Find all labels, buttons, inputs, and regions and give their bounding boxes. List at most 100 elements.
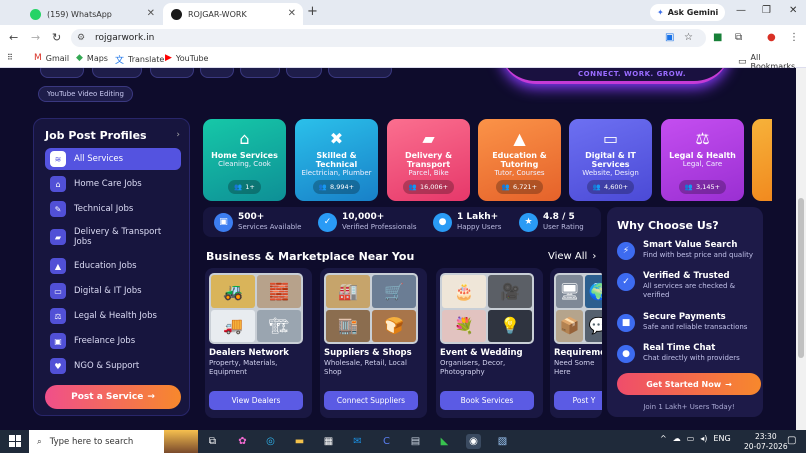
file-explorer-icon[interactable]: ▬ <box>292 434 307 449</box>
store-icon[interactable]: ▦ <box>321 434 336 449</box>
network-icon[interactable]: ▭ <box>687 434 695 443</box>
mail-icon[interactable]: ✉ <box>350 434 365 449</box>
reload-icon[interactable]: ↻ <box>52 31 61 44</box>
forward-icon[interactable]: → <box>31 31 40 44</box>
connect-suppliers-button[interactable]: Connect Suppliers <box>324 391 418 410</box>
taskbar-clock[interactable]: 23:30 20-07-2026 <box>744 432 788 452</box>
sidebar-item-all-services[interactable]: ≋ All Services <box>45 148 181 170</box>
users-icon: 👥 <box>684 183 694 191</box>
sidebar-item-ngo-support[interactable]: ♥ NGO & Support <box>45 355 181 377</box>
business-card-dealers[interactable]: 🚜 🧱 🚚 🏗 Dealers Network Property, Materials… <box>205 268 312 418</box>
menu-icon[interactable]: ⋮ <box>789 32 799 43</box>
tab-title: ROJGAR-WORK <box>188 9 247 19</box>
category-card-skilled-technical[interactable]: ✖ Skilled & Technical Electrician, Plumb… <box>295 119 378 201</box>
restore-icon[interactable]: ❐ <box>762 5 771 16</box>
profile-icon[interactable]: ● <box>767 32 776 43</box>
calculator-icon[interactable]: ▤ <box>408 434 423 449</box>
install-icon[interactable]: ▣ <box>665 32 674 43</box>
post-requirement-button[interactable]: Post Y <box>554 391 602 410</box>
category-subtitle: Website, Design <box>582 169 639 177</box>
app-icon[interactable]: ▧ <box>495 434 510 449</box>
book-services-button[interactable]: Book Services <box>440 391 534 410</box>
category-card-education-tutoring[interactable]: ▲ Education & Tutoring Tutor, Courses 👥 6… <box>478 119 561 201</box>
task-view-icon[interactable]: ⧉ <box>205 434 220 449</box>
scrollbar-thumb[interactable] <box>798 198 804 358</box>
minimize-icon[interactable]: — <box>736 5 746 16</box>
sidebar-item-label: Delivery & Transport Jobs <box>74 227 162 247</box>
back-icon[interactable]: ← <box>9 31 18 44</box>
extension-icon[interactable]: ■ <box>713 32 722 43</box>
sidebar-item-technical[interactable]: ✎ Technical Jobs <box>45 198 181 220</box>
language-indicator[interactable]: ENG <box>713 434 730 443</box>
sidebar-item-education[interactable]: ▲ Education Jobs <box>45 255 181 277</box>
close-icon[interactable]: ✕ <box>147 8 155 19</box>
edge-icon[interactable]: ◎ <box>263 434 278 449</box>
notes-icon[interactable]: ◣ <box>437 434 452 449</box>
close-icon[interactable]: ✕ <box>288 8 296 19</box>
category-card-legal-health[interactable]: ⚖ Legal & Health Legal, Care 👥 3,145+ <box>661 119 744 201</box>
bookmark-label: YouTube <box>175 53 209 63</box>
url-text: rojgarwork.in <box>95 33 155 43</box>
url-input[interactable]: ⚙ rojgarwork.in <box>71 29 706 47</box>
windows-start-icon[interactable] <box>9 435 21 447</box>
category-card-home-services[interactable]: ⌂ Home Services Cleaning, Cook 👥 1+ <box>203 119 286 201</box>
cloud-icon[interactable]: ☁ <box>673 434 681 443</box>
copilot-app-icon[interactable]: C <box>379 434 394 449</box>
category-card-partial[interactable] <box>752 119 772 201</box>
tab-whatsapp[interactable]: (159) WhatsApp ✕ <box>22 3 162 25</box>
chevron-right-icon[interactable]: › <box>176 130 180 140</box>
bookmark-youtube[interactable]: ▶ YouTube <box>165 53 208 63</box>
new-tab-button[interactable]: + <box>307 4 318 19</box>
business-card-suppliers[interactable]: 🏭 🛒 🏬 🍞 Suppliers & Shops Wholesale, Retail… <box>320 268 427 418</box>
category-chip[interactable] <box>240 68 280 78</box>
category-title: Education & Tutoring <box>492 151 547 169</box>
business-card-requirements[interactable]: 🖥 🌍 📦 💬 Requireme Need Some Here Post Y <box>550 268 602 418</box>
chevron-up-icon[interactable]: ^ <box>660 434 667 443</box>
sidebar-item-home-care[interactable]: ⌂ Home Care Jobs <box>45 173 181 195</box>
site-info-icon[interactable]: ⚙ <box>77 33 87 43</box>
category-chip[interactable] <box>328 68 392 78</box>
bookmark-maps[interactable]: ◆ Maps <box>76 53 108 63</box>
close-window-icon[interactable]: ✕ <box>789 5 797 16</box>
category-card-digital-it[interactable]: ▭ Digital & IT Services Website, Design … <box>569 119 652 201</box>
ask-gemini-button[interactable]: ✦ Ask Gemini <box>650 4 726 21</box>
sidebar-item-freelance[interactable]: ▣ Freelance Jobs <box>45 330 181 352</box>
category-chip[interactable] <box>40 68 84 78</box>
business-card-title: Suppliers & Shops <box>324 348 412 358</box>
why-item-smart-search: ⚡ Smart Value Search Find with best price … <box>617 240 759 260</box>
bookmark-gmail[interactable]: M Gmail <box>34 53 69 63</box>
bookmark-translate[interactable]: 文 Translate <box>115 53 164 66</box>
category-chip[interactable] <box>286 68 322 78</box>
tab-rojgar-work[interactable]: ROJGAR-WORK ✕ <box>163 3 303 25</box>
category-count-badge: 👥 8,994+ <box>312 180 361 194</box>
notifications-icon[interactable]: ▢ <box>787 435 796 446</box>
post-service-button[interactable]: Post a Service → <box>45 385 181 409</box>
extensions-icon[interactable]: ⧉ <box>735 32 742 43</box>
category-chip[interactable] <box>200 68 234 78</box>
users-icon: 👥 <box>318 183 328 191</box>
sidebar-item-legal-health[interactable]: ⚖ Legal & Health Jobs <box>45 305 181 327</box>
copilot-icon[interactable]: ✿ <box>235 434 250 449</box>
truck-icon: ▰ <box>50 229 66 245</box>
category-chip[interactable] <box>92 68 142 78</box>
sidebar-item-digital-it[interactable]: ▭ Digital & IT Jobs <box>45 280 181 302</box>
view-all-link[interactable]: View All › <box>548 251 596 262</box>
sidebar-title: Job Post Profiles <box>45 129 147 142</box>
why-item-title: Secure Payments <box>643 312 726 322</box>
business-card-event-wedding[interactable]: 🎂 🎥 💐 💡 Event & Wedding Organisers, Decor, … <box>436 268 543 418</box>
tools-icon: ✖ <box>329 128 344 148</box>
sidebar-item-delivery[interactable]: ▰ Delivery & Transport Jobs <box>45 223 181 251</box>
category-chip-youtube-video-editing[interactable]: YouTube Video Editing <box>38 86 133 102</box>
taskbar-search-input[interactable]: ⌕ Type here to search <box>29 430 198 453</box>
category-card-delivery-transport[interactable]: ▰ Delivery & Transport Parcel, Bike 👥 16,… <box>387 119 470 201</box>
sidebar-item-label: All Services <box>74 154 124 164</box>
get-started-button[interactable]: Get Started Now → <box>617 373 761 395</box>
bookmark-star-icon[interactable]: ☆ <box>684 32 693 43</box>
chrome-icon[interactable]: ◉ <box>466 434 481 449</box>
volume-icon[interactable]: ◂) <box>700 434 707 443</box>
page-scrollbar[interactable] <box>796 68 806 430</box>
category-chip[interactable] <box>150 68 194 78</box>
view-dealers-button[interactable]: View Dealers <box>209 391 303 410</box>
apps-icon[interactable]: ⠿ <box>7 53 13 62</box>
requirements-image: 🖥 🌍 📦 💬 <box>554 273 602 344</box>
